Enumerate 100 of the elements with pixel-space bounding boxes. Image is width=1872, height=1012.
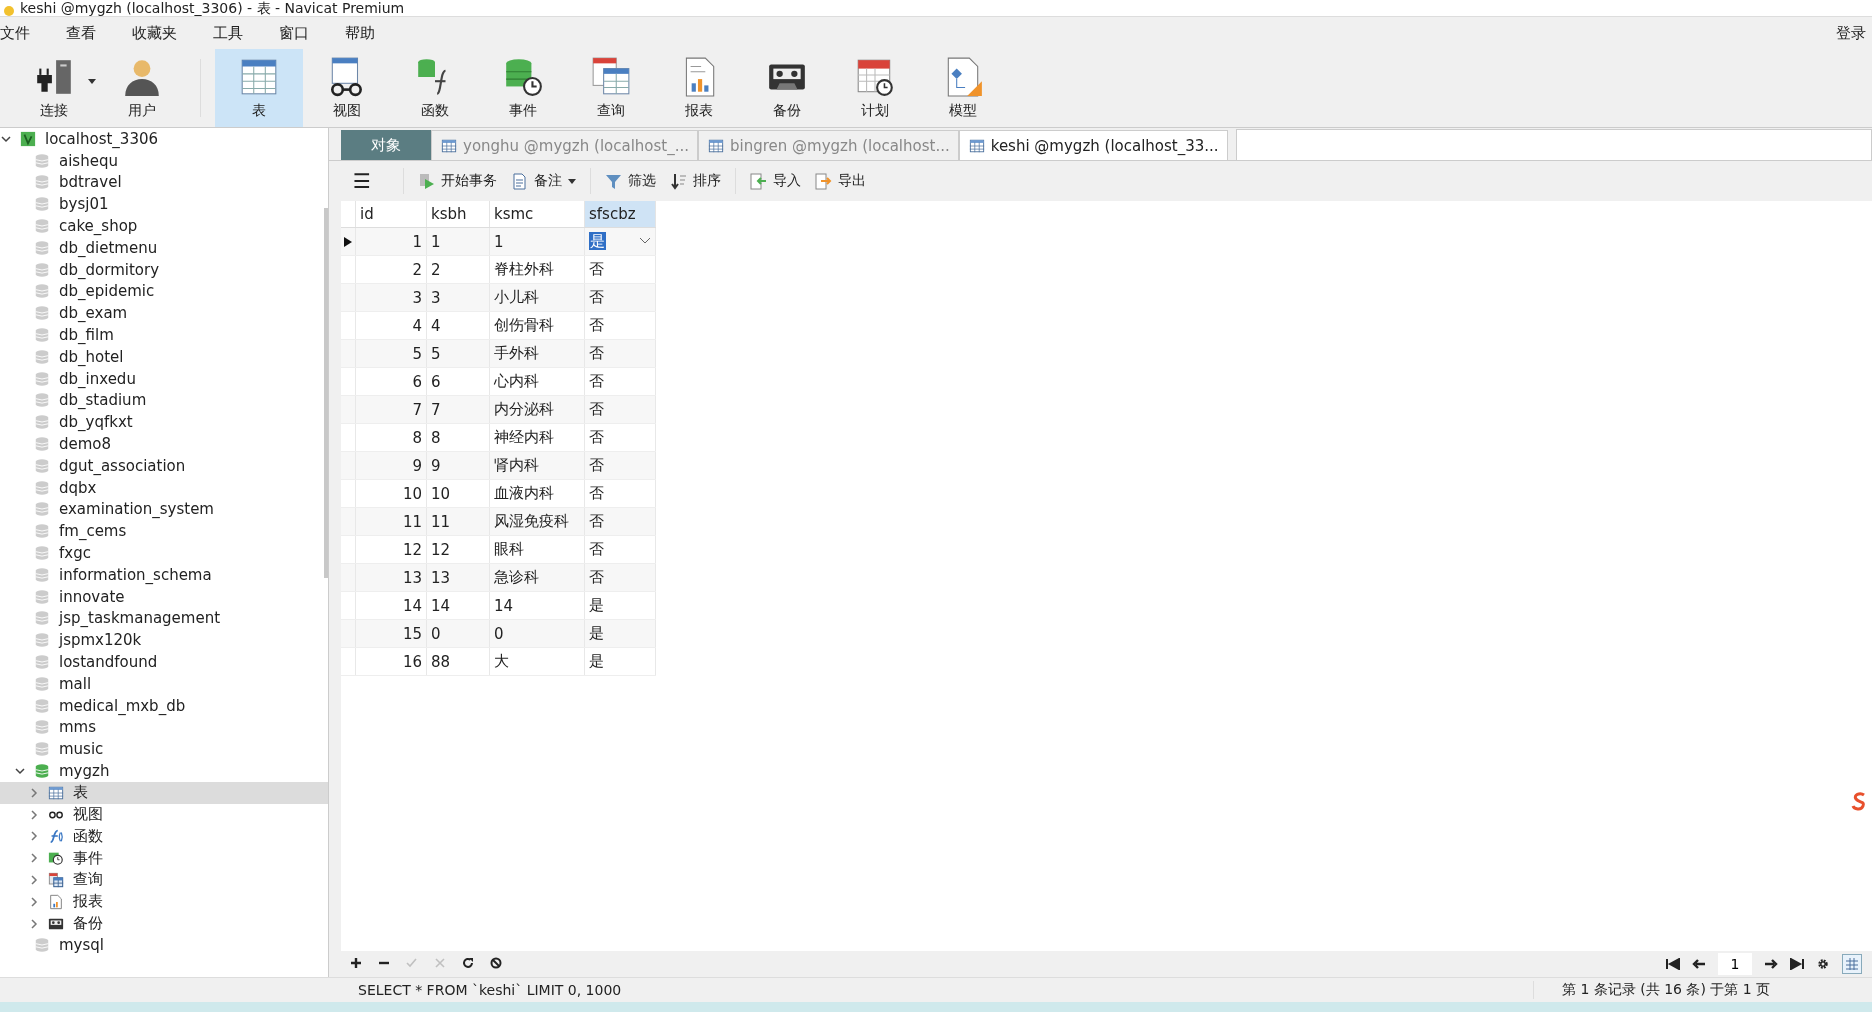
menu-item[interactable]: 收藏夹: [121, 23, 188, 43]
tree-item[interactable]: music: [0, 738, 328, 761]
table-cell[interactable]: 9: [355, 451, 427, 480]
column-header[interactable]: sfscbz: [584, 201, 656, 228]
grid-view-icon[interactable]: [1842, 954, 1862, 974]
tree-item[interactable]: mysql: [0, 934, 328, 957]
next-page-icon[interactable]: [1764, 958, 1778, 970]
table-cell[interactable]: 16: [355, 647, 427, 676]
table-cell[interactable]: 2: [355, 255, 427, 284]
table-cell[interactable]: 小儿科: [489, 283, 585, 312]
tree-item[interactable]: bdtravel: [0, 171, 328, 194]
table-cell[interactable]: 否: [584, 479, 656, 508]
table-cell[interactable]: 14: [489, 591, 585, 620]
table-cell[interactable]: 5: [355, 339, 427, 368]
table-cell[interactable]: 12: [426, 535, 490, 564]
table-cell[interactable]: 否: [584, 339, 656, 368]
tree-item[interactable]: innovate: [0, 585, 328, 608]
table-cell[interactable]: 8: [426, 423, 490, 452]
table-cell[interactable]: 10: [355, 479, 427, 508]
menu-item[interactable]: 窗口: [268, 23, 320, 43]
table-cell[interactable]: 血液内科: [489, 479, 585, 508]
toolbar-button[interactable]: 开始事务: [413, 170, 501, 192]
table-cell[interactable]: 12: [355, 535, 427, 564]
tree-item[interactable]: 函数: [0, 825, 328, 848]
tree-item[interactable]: db_epidemic: [0, 280, 328, 303]
toolbar-button[interactable]: 连接: [10, 49, 98, 127]
toolbar-button[interactable]: 备份: [743, 49, 831, 127]
table-cell[interactable]: 4: [355, 311, 427, 340]
chevron-right-icon[interactable]: [28, 874, 40, 886]
table-cell[interactable]: 1: [426, 227, 490, 256]
table-cell[interactable]: 8: [355, 423, 427, 452]
toolbar-button[interactable]: 函数: [391, 49, 479, 127]
tree-item[interactable]: db_exam: [0, 302, 328, 325]
table-cell[interactable]: 急诊科: [489, 563, 585, 592]
tree-item[interactable]: mygzh: [0, 760, 328, 782]
tree-item[interactable]: 表: [0, 781, 328, 804]
tree-item[interactable]: localhost_3306: [0, 128, 328, 150]
menu-item[interactable]: 帮助: [334, 23, 386, 43]
table-cell[interactable]: 9: [426, 451, 490, 480]
menu-item[interactable]: 查看: [55, 23, 107, 43]
table-cell[interactable]: 4: [426, 311, 490, 340]
table-cell[interactable]: 11: [426, 507, 490, 536]
chevron-right-icon[interactable]: [28, 895, 40, 908]
settings-icon[interactable]: [1816, 958, 1830, 970]
toolbar-button[interactable]: 模型: [919, 49, 1007, 127]
tree-item[interactable]: db_dietmenu: [0, 237, 328, 259]
tree-item[interactable]: 视图: [0, 803, 328, 826]
toolbar-button[interactable]: 视图: [303, 49, 391, 127]
table-cell[interactable]: 肾内科: [489, 451, 585, 480]
table-cell[interactable]: 手外科: [489, 339, 585, 368]
tree-item[interactable]: mms: [0, 716, 328, 739]
tree-item[interactable]: fxgc: [0, 542, 328, 564]
refresh-icon[interactable]: [461, 957, 475, 971]
login-link[interactable]: 登录: [1836, 23, 1866, 43]
menu-item[interactable]: 文件: [0, 23, 41, 43]
table-cell[interactable]: 13: [426, 563, 490, 592]
chevron-right-icon[interactable]: [28, 917, 40, 930]
tree-item[interactable]: db_hotel: [0, 345, 328, 368]
tree-item[interactable]: cake_shop: [0, 215, 328, 237]
table-cell[interactable]: 5: [426, 339, 490, 368]
table-cell[interactable]: 7: [355, 395, 427, 424]
table-cell[interactable]: 7: [426, 395, 490, 424]
tree-item[interactable]: 事件: [0, 847, 328, 870]
table-cell[interactable]: 6: [426, 367, 490, 396]
tab[interactable]: keshi @mygzh (localhost_33...: [958, 130, 1228, 160]
tree-item[interactable]: db_stadium: [0, 389, 328, 412]
toolbar-button[interactable]: 导入: [745, 170, 805, 192]
table-cell[interactable]: 眼科: [489, 535, 585, 564]
add-icon[interactable]: [349, 957, 363, 971]
table-cell[interactable]: 是: [584, 591, 656, 620]
table-cell[interactable]: 大: [489, 647, 585, 676]
toolbar-button[interactable]: 排序: [665, 170, 725, 192]
table-cell[interactable]: 否: [584, 423, 656, 452]
stop-icon[interactable]: [489, 957, 503, 971]
chevron-down-icon[interactable]: [14, 765, 26, 777]
table-cell[interactable]: 否: [584, 367, 656, 396]
tree-item[interactable]: mall: [0, 672, 328, 695]
chevron-right-icon[interactable]: [28, 808, 40, 821]
toolbar-button[interactable]: 事件: [479, 49, 567, 127]
tree-item[interactable]: lostandfound: [0, 651, 328, 673]
menu-button[interactable]: ☰: [349, 167, 375, 195]
tree-item[interactable]: jsp_taskmanagement: [0, 607, 328, 630]
chevron-right-icon[interactable]: [28, 786, 40, 799]
toolbar-button[interactable]: 筛选: [600, 170, 660, 192]
table-cell[interactable]: 11: [355, 507, 427, 536]
tree-item[interactable]: 备份: [0, 912, 328, 935]
toolbar-button[interactable]: 表: [215, 49, 303, 127]
tree-item[interactable]: 查询: [0, 869, 328, 891]
toolbar-button[interactable]: 计划: [831, 49, 919, 127]
table-cell[interactable]: 否: [584, 451, 656, 480]
dropdown-icon[interactable]: [639, 237, 651, 245]
table-cell[interactable]: 否: [584, 535, 656, 564]
table-cell[interactable]: 3: [426, 283, 490, 312]
previous-page-icon[interactable]: [1692, 958, 1706, 970]
caret-icon[interactable]: [567, 178, 576, 184]
table-cell[interactable]: 否: [584, 255, 656, 284]
table-cell[interactable]: 0: [489, 619, 585, 648]
chevron-right-icon[interactable]: [28, 830, 40, 843]
tab[interactable]: 对象: [341, 130, 431, 160]
tree-item[interactable]: fm_cems: [0, 520, 328, 543]
